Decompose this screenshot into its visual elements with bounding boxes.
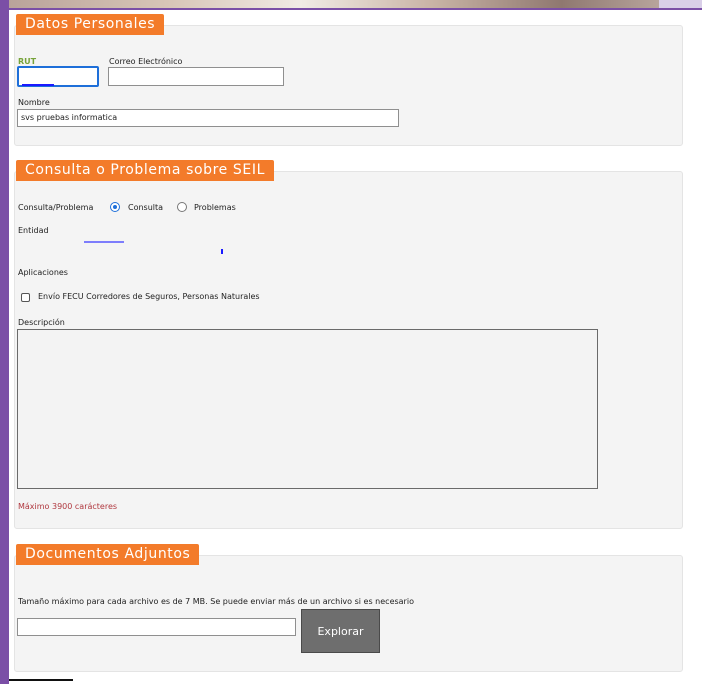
- consulta-radio-label[interactable]: Consulta: [128, 203, 163, 212]
- header-accent: [659, 0, 702, 8]
- left-frame-bar: [0, 0, 9, 684]
- entidad-label: Entidad: [18, 226, 49, 235]
- tipo-label: Consulta/Problema: [18, 203, 94, 212]
- problemas-radio-label[interactable]: Problemas: [194, 203, 236, 212]
- aplicacion-checkbox[interactable]: [21, 293, 30, 302]
- nombre-input[interactable]: svs pruebas informatica: [17, 109, 399, 127]
- aplicaciones-label: Aplicaciones: [18, 268, 68, 277]
- datos-personales-legend: Datos Personales: [16, 14, 165, 35]
- header-banner-image: [9, 0, 659, 8]
- max-chars-note: Máximo 3900 carácteres: [18, 502, 118, 511]
- header-divider: [9, 8, 702, 10]
- file-size-info: Tamaño máximo para cada archivo es de 7 …: [18, 597, 414, 606]
- explorar-button[interactable]: Explorar: [301, 609, 380, 653]
- descripcion-label: Descripción: [18, 318, 65, 327]
- aplicacion-checkbox-label[interactable]: Envío FECU Corredores de Seguros, Person…: [38, 292, 260, 301]
- correo-input[interactable]: [108, 67, 284, 86]
- documentos-legend: Documentos Adjuntos: [16, 544, 200, 565]
- entidad-select[interactable]: [22, 241, 224, 255]
- rut-label: RUT: [18, 57, 37, 66]
- consulta-radio[interactable]: [110, 202, 120, 212]
- entidad-redaction-end: [221, 249, 223, 254]
- entidad-redaction: [84, 241, 124, 243]
- problemas-radio[interactable]: [177, 202, 187, 212]
- correo-label: Correo Electrónico: [109, 57, 183, 66]
- rut-redaction: [22, 84, 54, 86]
- header-strip: [9, 0, 702, 12]
- nombre-label: Nombre: [18, 98, 50, 107]
- file-path-input[interactable]: [17, 618, 296, 636]
- bottom-divider: [9, 679, 73, 681]
- descripcion-textarea[interactable]: [17, 329, 598, 489]
- consulta-legend: Consulta o Problema sobre SEIL: [16, 160, 274, 181]
